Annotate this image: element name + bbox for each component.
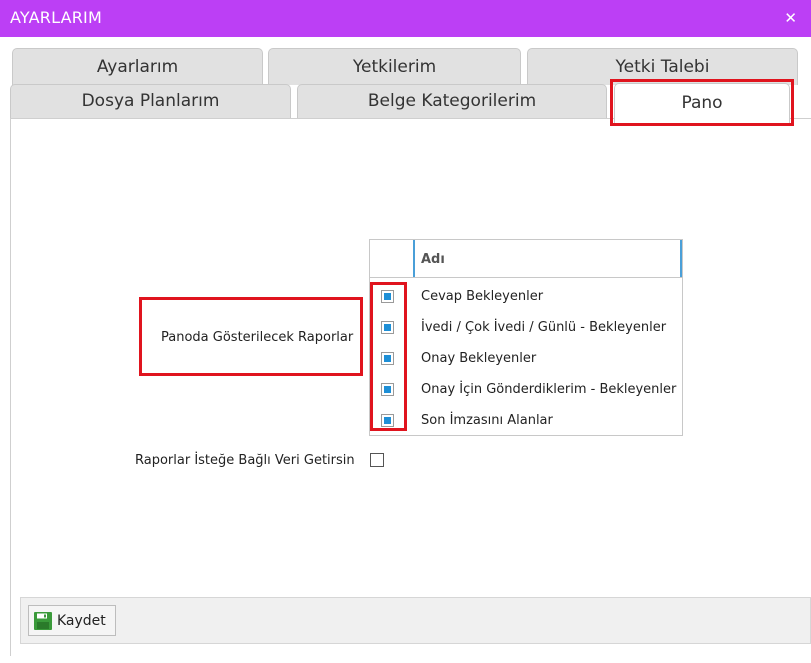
column-divider [413, 240, 415, 277]
tab-label: Dosya Planlarım [81, 91, 220, 111]
list-item[interactable]: Cevap Bekleyenler [370, 281, 682, 312]
reports-grid: Adı Cevap Bekleyenler İvedi / Çok İvedi … [369, 239, 683, 436]
report-checkbox[interactable] [381, 321, 394, 334]
report-name: Cevap Bekleyenler [421, 289, 544, 304]
window-title: AYARLARIM [10, 8, 102, 27]
tab-label: Ayarlarım [96, 57, 179, 77]
save-button[interactable]: Kaydet [28, 605, 116, 636]
tab-label: Belge Kategorilerim [367, 91, 537, 111]
list-item[interactable]: Onay İçin Gönderdiklerim - Bekleyenler [370, 374, 682, 405]
tab-belge-kategorilerim[interactable]: Belge Kategorilerim [297, 84, 607, 119]
title-bar: AYARLARIM ✕ [0, 0, 811, 37]
settings-window: AYARLARIM ✕ Ayarlarım Yetkilerim Yetki T… [0, 0, 811, 663]
report-name: Onay Bekleyenler [421, 351, 537, 366]
optional-data-checkbox[interactable] [370, 453, 384, 467]
report-checkbox[interactable] [381, 290, 394, 303]
tab-dosya-planlarim[interactable]: Dosya Planlarım [10, 84, 291, 119]
column-header-adi[interactable]: Adı [421, 252, 445, 267]
report-checkbox[interactable] [381, 383, 394, 396]
report-name: İvedi / Çok İvedi / Günlü - Bekleyenler [421, 320, 667, 335]
column-divider [680, 240, 682, 277]
save-button-label: Kaydet [57, 613, 106, 629]
grid-header: Adı [370, 240, 682, 278]
optional-data-label: Raporlar İsteğe Bağlı Veri Getirsin [135, 453, 355, 468]
bottom-toolbar: Kaydet [20, 597, 811, 644]
tab-yetki-talebi[interactable]: Yetki Talebi [527, 48, 798, 85]
floppy-disk-icon [34, 612, 52, 630]
tab-label: Yetki Talebi [615, 57, 710, 77]
list-item[interactable]: Son İmzasını Alanlar [370, 405, 682, 436]
tab-ayarlarim[interactable]: Ayarlarım [12, 48, 263, 85]
list-item[interactable]: Onay Bekleyenler [370, 343, 682, 374]
report-checkbox[interactable] [381, 352, 394, 365]
report-name: Onay İçin Gönderdiklerim - Bekleyenler [421, 382, 677, 397]
tab-label: Yetkilerim [352, 57, 437, 77]
list-item[interactable]: İvedi / Çok İvedi / Günlü - Bekleyenler [370, 312, 682, 343]
close-icon[interactable]: ✕ [784, 9, 797, 27]
reports-label: Panoda Gösterilecek Raporlar [161, 330, 354, 345]
tab-label: Pano [681, 93, 723, 113]
report-checkbox[interactable] [381, 414, 394, 427]
report-name: Son İmzasını Alanlar [421, 413, 553, 428]
tab-yetkilerim[interactable]: Yetkilerim [268, 48, 521, 85]
tab-pano[interactable]: Pano [614, 83, 790, 123]
